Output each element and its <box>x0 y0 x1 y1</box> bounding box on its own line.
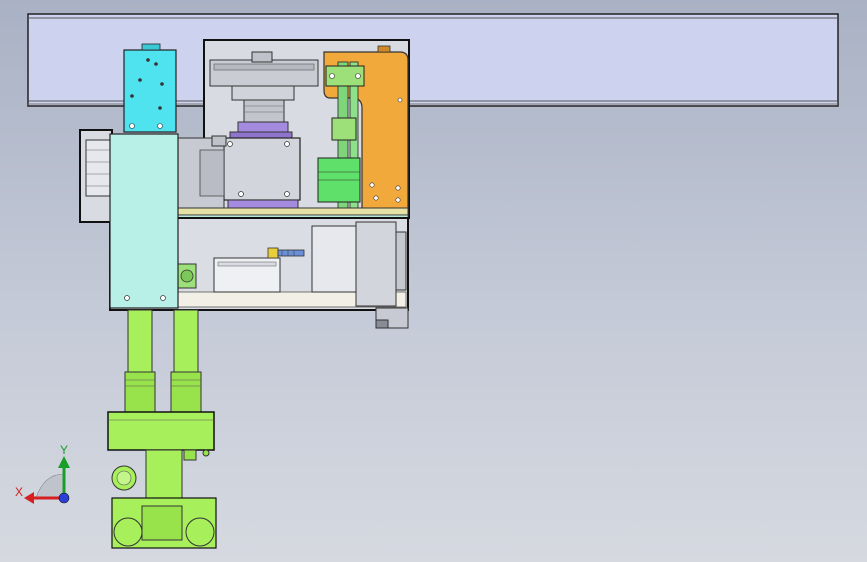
cyan-guide-block[interactable] <box>123 43 177 133</box>
coordinate-triad-icon: Y X <box>15 443 70 504</box>
vertical-rods[interactable] <box>124 309 202 413</box>
y-axis-label: Y <box>60 443 68 457</box>
purple-bearing-ring[interactable] <box>229 121 293 139</box>
servo-motor[interactable] <box>177 135 227 209</box>
teal-side-panel[interactable] <box>109 133 179 309</box>
x-axis-label: X <box>15 485 23 499</box>
cad-viewport[interactable]: Y X <box>0 0 867 562</box>
gearbox[interactable] <box>223 137 301 211</box>
gripper-assembly[interactable] <box>107 411 217 549</box>
lower-bracket[interactable] <box>375 307 409 329</box>
left-fin-housing[interactable] <box>79 129 113 223</box>
hex-nut-part[interactable] <box>177 263 197 289</box>
